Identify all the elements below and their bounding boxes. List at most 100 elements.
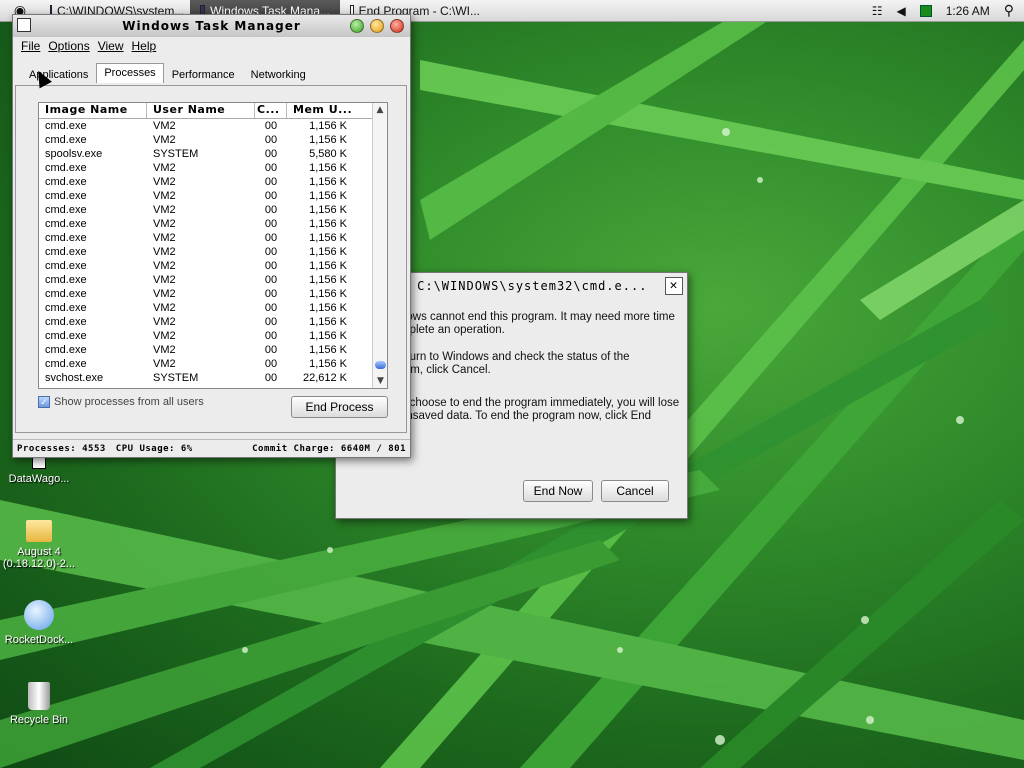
cell-user-name: VM2 — [153, 302, 176, 314]
cell-image-name: cmd.exe — [45, 316, 87, 328]
desktop-icon-datawagon[interactable]: DataWago... — [0, 455, 78, 485]
column-mem-usage[interactable]: Mem U... — [287, 103, 353, 118]
desktop-icon-rocketdock[interactable]: RocketDock... — [0, 600, 78, 646]
cell-mem-usage: 1,156 K — [309, 274, 347, 286]
cell-user-name: VM2 — [153, 288, 176, 300]
table-row[interactable]: cmd.exe VM2 00 1,156 K — [39, 217, 387, 231]
minimize-button[interactable] — [370, 19, 384, 33]
cell-image-name: cmd.exe — [45, 162, 87, 174]
column-image-name[interactable]: Image Name — [39, 103, 147, 118]
table-row[interactable]: cmd.exe VM2 00 1,156 K — [39, 231, 387, 245]
close-icon[interactable]: ✕ — [665, 277, 683, 295]
cell-cpu: 00 — [264, 330, 278, 342]
task-manager-window: Windows Task Manager File Options View H… — [12, 14, 411, 458]
table-row[interactable]: svchost.exe SYSTEM 00 22,612 K — [39, 371, 387, 385]
search-icon[interactable]: ⚲ — [1004, 2, 1014, 19]
cancel-button[interactable]: Cancel — [601, 480, 669, 502]
cell-user-name: VM2 — [153, 274, 176, 286]
desktop-icon-recycle-bin[interactable]: Recycle Bin — [0, 682, 78, 726]
column-cpu[interactable]: C... — [255, 103, 287, 118]
menu-file[interactable]: File — [17, 39, 44, 53]
close-button[interactable] — [390, 19, 404, 33]
cell-mem-usage: 1,156 K — [309, 218, 347, 230]
desktop-icon-august4[interactable]: August 4 (0.18.12.0)-2... — [0, 520, 78, 570]
clock[interactable]: 1:26 AM — [946, 4, 990, 18]
cell-cpu: 00 — [264, 358, 278, 370]
table-row[interactable]: cmd.exe VM2 00 1,156 K — [39, 245, 387, 259]
desktop-icon-label: Recycle Bin — [9, 714, 69, 726]
scroll-thumb[interactable] — [375, 361, 386, 369]
cell-user-name: VM2 — [153, 120, 176, 132]
show-all-users[interactable]: ✓ Show processes from all users — [38, 396, 204, 408]
table-row[interactable]: cmd.exe VM2 00 1,156 K — [39, 259, 387, 273]
cell-image-name: svchost.exe — [45, 372, 104, 384]
cell-cpu: 00 — [264, 176, 278, 188]
table-row[interactable]: cmd.exe VM2 00 1,156 K — [39, 175, 387, 189]
chevron-left-icon[interactable]: ◀ — [896, 4, 905, 18]
table-row[interactable]: cmd.exe VM2 00 1,156 K — [39, 287, 387, 301]
cell-mem-usage: 1,156 K — [309, 120, 347, 132]
table-row[interactable]: cmd.exe VM2 00 1,156 K — [39, 189, 387, 203]
cell-user-name: VM2 — [153, 176, 176, 188]
cell-user-name: VM2 — [153, 358, 176, 370]
keyboard-icon[interactable]: ☷ — [872, 4, 883, 18]
cell-user-name: VM2 — [153, 232, 176, 244]
table-row[interactable]: cmd.exe VM2 00 1,156 K — [39, 315, 387, 329]
cell-image-name: cmd.exe — [45, 274, 87, 286]
cell-mem-usage: 22,612 K — [302, 372, 347, 384]
table-row[interactable]: cmd.exe VM2 00 1,156 K — [39, 161, 387, 175]
cell-cpu: 00 — [264, 134, 278, 146]
end-now-button[interactable]: End Now — [523, 480, 593, 502]
end-process-button[interactable]: End Process — [291, 396, 388, 418]
cell-image-name: cmd.exe — [45, 120, 87, 132]
menu-options[interactable]: Options — [44, 39, 93, 53]
cell-mem-usage: 1,156 K — [309, 288, 347, 300]
cell-image-name: spoolsv.exe — [45, 148, 103, 160]
cell-mem-usage: 1,156 K — [309, 316, 347, 328]
cell-mem-usage: 5,580 K — [309, 148, 347, 160]
table-row[interactable]: cmd.exe VM2 00 1,156 K — [39, 203, 387, 217]
status-bar: Processes: 4553 CPU Usage: 6% Commit Cha… — [13, 439, 410, 457]
scroll-up-icon[interactable]: ▲ — [373, 103, 387, 117]
cell-mem-usage: 1,156 K — [309, 232, 347, 244]
cell-user-name: VM2 — [153, 190, 176, 202]
scroll-down-icon[interactable]: ▼ — [373, 374, 387, 388]
desktop-icon-label: RocketDock... — [4, 634, 74, 646]
cell-user-name: VM2 — [153, 246, 176, 258]
installer-icon — [24, 600, 54, 630]
cell-image-name: cmd.exe — [45, 344, 87, 356]
cell-user-name: VM2 — [153, 344, 176, 356]
menu-help[interactable]: Help — [128, 39, 161, 53]
column-user-name[interactable]: User Name — [147, 103, 255, 118]
vertical-scrollbar[interactable]: ▲ ▼ — [372, 103, 387, 388]
tab-performance[interactable]: Performance — [164, 65, 243, 85]
status-cpu: CPU Usage: 6% — [115, 443, 193, 454]
table-row[interactable]: spoolsv.exe SYSTEM 00 5,580 K — [39, 147, 387, 161]
table-row[interactable]: cmd.exe VM2 00 1,156 K — [39, 343, 387, 357]
tab-networking[interactable]: Networking — [243, 65, 314, 85]
table-row[interactable]: cmd.exe VM2 00 1,156 K — [39, 301, 387, 315]
cell-cpu: 00 — [264, 120, 278, 132]
cell-user-name: SYSTEM — [153, 372, 199, 384]
cell-cpu: 00 — [264, 162, 278, 174]
cell-image-name: cmd.exe — [45, 176, 87, 188]
table-row[interactable]: cmd.exe VM2 00 1,156 K — [39, 133, 387, 147]
table-row[interactable]: cmd.exe VM2 00 1,156 K — [39, 357, 387, 371]
task-manager-title-bar[interactable]: Windows Task Manager — [13, 15, 410, 37]
table-row[interactable]: cmd.exe VM2 00 1,156 K — [39, 273, 387, 287]
dialog-title: am - C:\WINDOWS\system32\cmd.e... — [376, 279, 648, 293]
menu-view[interactable]: View — [94, 39, 128, 53]
cell-user-name: VM2 — [153, 316, 176, 328]
table-row[interactable]: cmd.exe VM2 00 1,156 K — [39, 329, 387, 343]
cell-image-name: cmd.exe — [45, 134, 87, 146]
tab-processes[interactable]: Processes — [96, 63, 164, 83]
maximize-button[interactable] — [350, 19, 364, 33]
show-all-label: Show processes from all users — [54, 396, 204, 408]
cell-user-name: SYSTEM — [153, 148, 199, 160]
table-row[interactable]: cmd.exe VM2 00 1,156 K — [39, 119, 387, 133]
show-all-checkbox[interactable]: ✓ — [38, 396, 50, 408]
cell-mem-usage: 1,156 K — [309, 190, 347, 202]
tray-app-icon[interactable] — [919, 4, 932, 17]
cell-image-name: cmd.exe — [45, 204, 87, 216]
cell-mem-usage: 1,156 K — [309, 302, 347, 314]
